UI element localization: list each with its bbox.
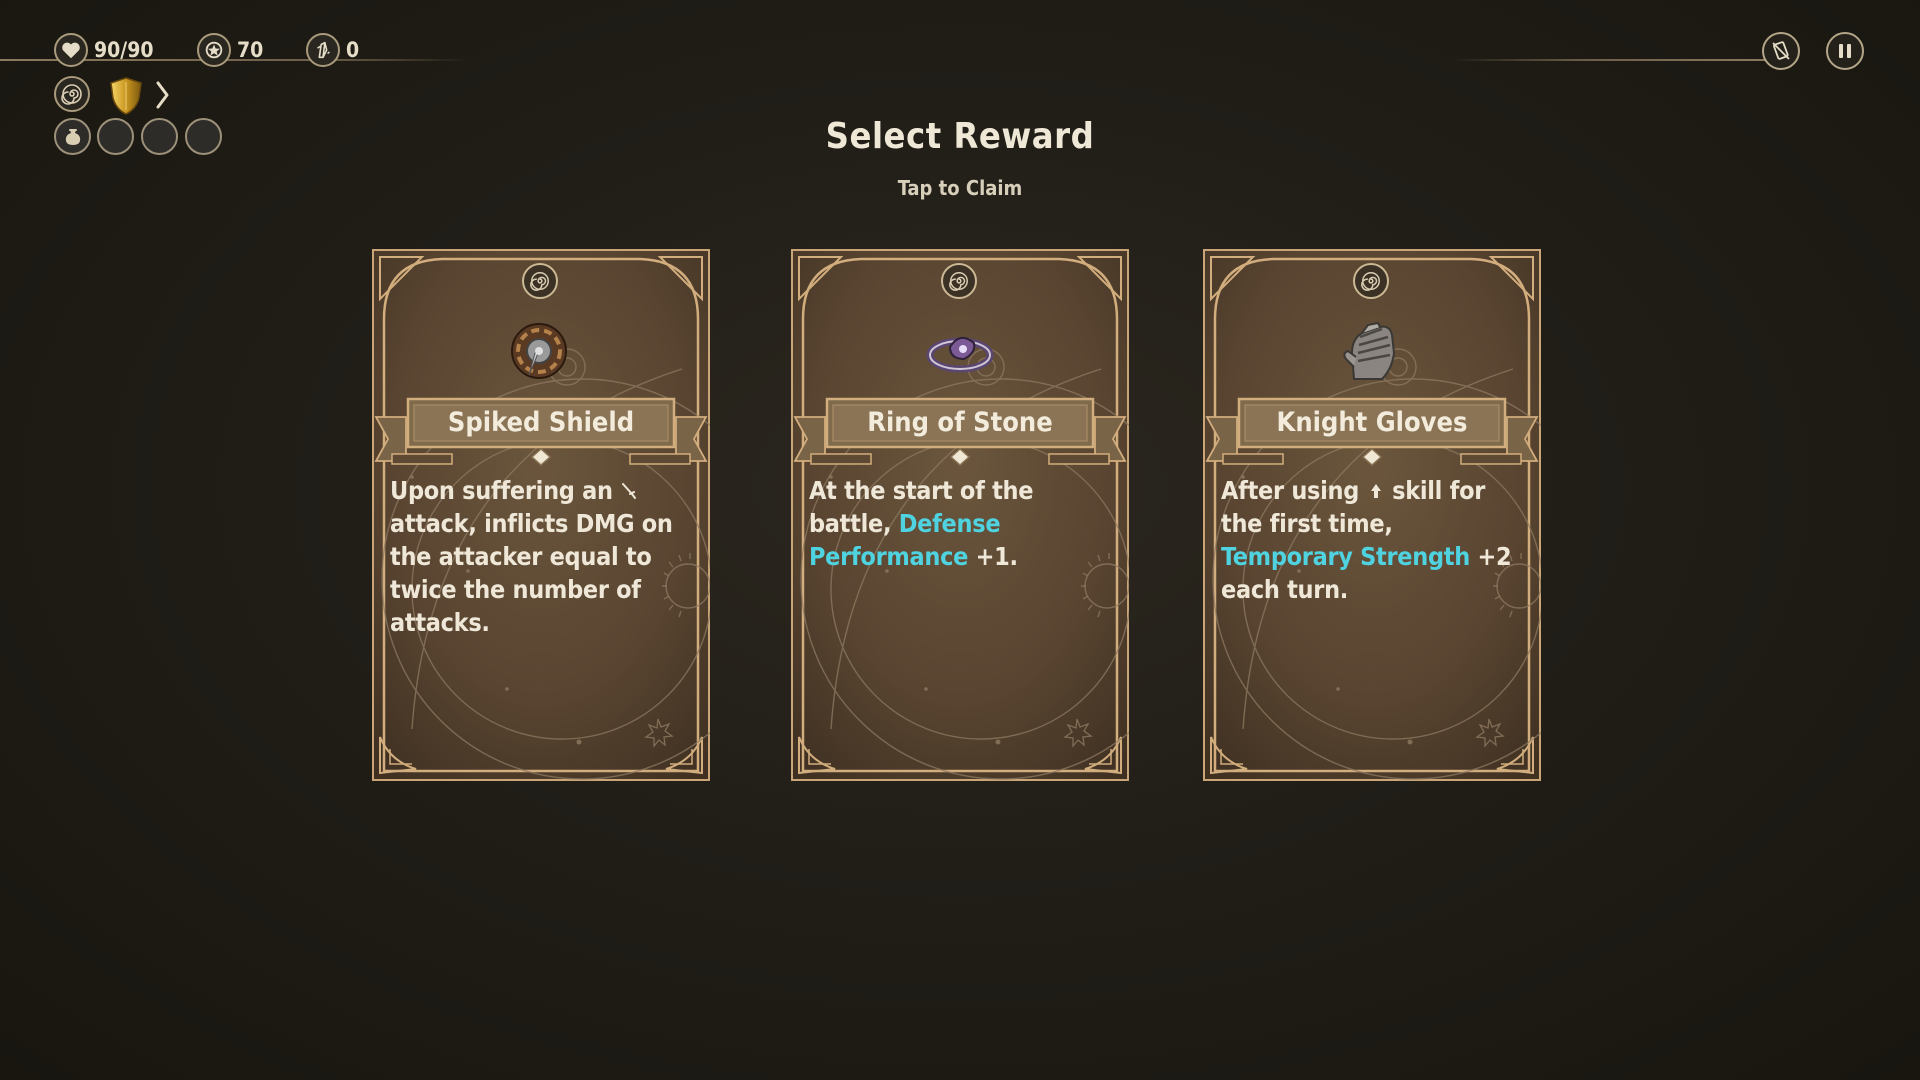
spiked-shield-icon [511,323,567,379]
page-title: Select Reward [825,116,1095,157]
gold-value: 70 [237,38,264,62]
reward-card-knight-gloves[interactable]: Knight Gloves After using skill for the … [1203,249,1541,781]
desc-part: attack, inflicts DMG on the attacker equ… [390,509,673,637]
pause-icon [1839,44,1851,58]
chevron-right-icon[interactable] [154,80,170,110]
page-subtitle: Tap to Claim [897,176,1023,200]
card-name: Spiked Shield [447,406,635,438]
dagger-attack-icon [622,483,637,499]
spiral-rarity-icon [941,263,977,299]
keyword-highlight: Temporary Strength [1221,542,1470,571]
card-name: Ring of Stone [867,406,1053,438]
up-arrow-skill-icon [1370,484,1381,498]
knight-gloves-icon [1343,321,1396,380]
stone-ring-icon [926,336,994,373]
desc-part: Upon suffering an [390,476,613,505]
reward-card-ring-of-stone[interactable]: Ring of Stone At the start of the battle… [791,249,1129,781]
reward-screen: 90/90 70 0 Select Reward Tap to Claim Sp… [0,0,1920,1080]
health-value: 90/90 [94,38,154,62]
spiral-relic-icon[interactable] [54,76,90,112]
spiral-rarity-icon [522,263,558,299]
health-stat: 90/90 [54,32,153,68]
heart-icon [54,33,88,67]
reward-card-spiked-shield[interactable]: Spiked Shield Upon suffering an attack, … [372,249,710,781]
deck-button[interactable] [1762,32,1800,70]
spiral-rarity-icon [1353,263,1389,299]
golden-shield-relic-icon[interactable] [108,76,144,116]
desc-part: +1. [975,542,1018,571]
card-description: After using skill for the first time, Te… [1221,474,1527,606]
card-deck-icon [1772,41,1790,60]
card-description: At the start of the battle, Defense Perf… [809,474,1115,573]
shard-stat: 0 [306,32,359,68]
crystal-icon [306,33,340,67]
coin-icon [197,33,231,67]
card-name: Knight Gloves [1276,406,1468,438]
shard-value: 0 [346,38,360,62]
gold-stat: 70 [197,32,263,68]
card-description: Upon suffering an attack, inflicts DMG o… [390,474,696,639]
hud-divider-right [1450,59,1780,61]
desc-part: After using [1221,476,1360,505]
pause-button[interactable] [1826,32,1864,70]
